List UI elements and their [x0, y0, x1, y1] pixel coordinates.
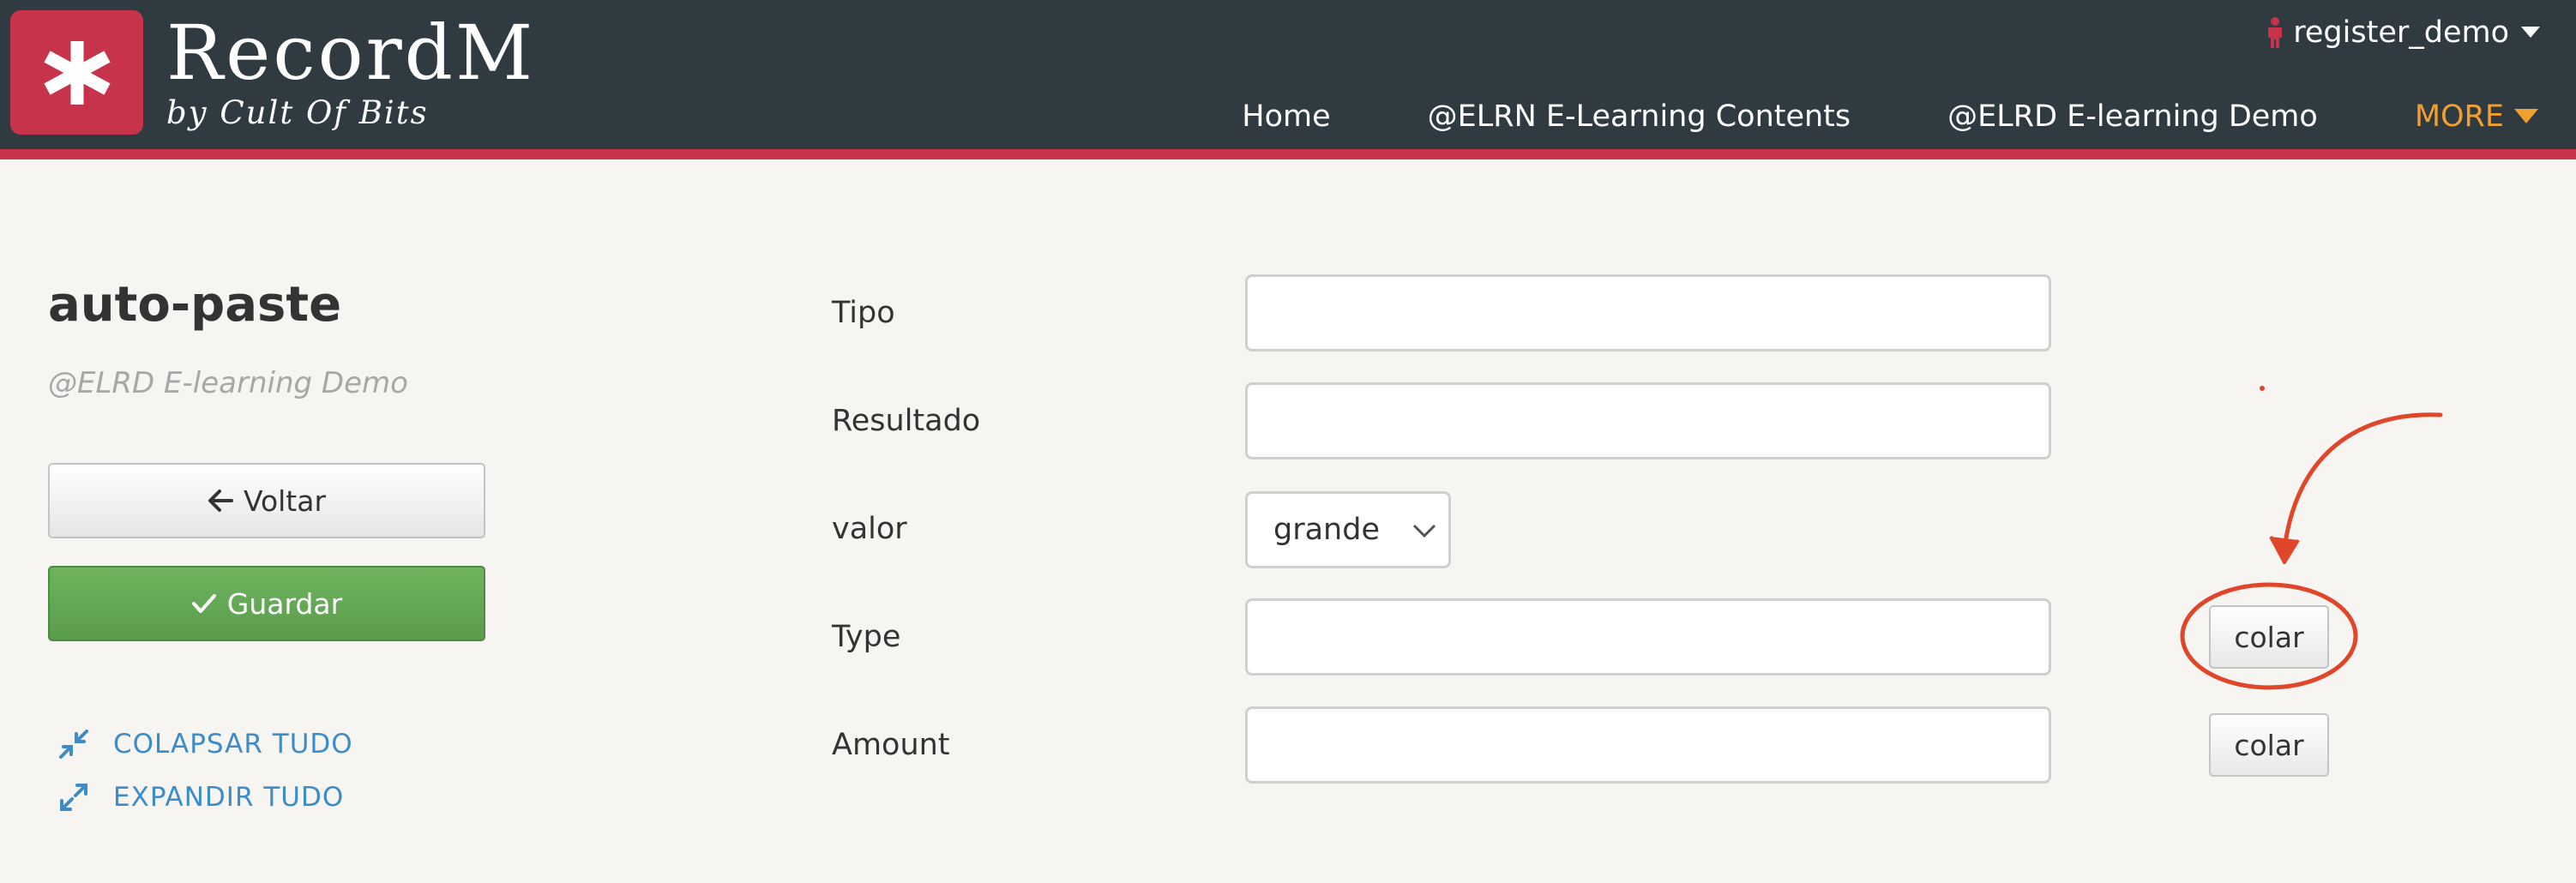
- back-button[interactable]: Voltar: [48, 463, 485, 538]
- save-label: Guardar: [226, 586, 343, 621]
- save-button[interactable]: Guardar: [48, 566, 485, 641]
- field-label-amount: Amount: [832, 728, 950, 762]
- brand-name: RecordM: [166, 9, 536, 97]
- type-input[interactable]: [1245, 598, 2051, 676]
- nav-elrd[interactable]: @ELRD E-learning Demo: [1947, 99, 2318, 134]
- nav-more-label: MORE: [2414, 99, 2504, 134]
- page-subtitle: @ELRD E-learning Demo: [48, 366, 408, 400]
- user-icon: [2268, 17, 2283, 48]
- user-menu[interactable]: register_demo: [2266, 10, 2540, 55]
- back-label: Voltar: [243, 484, 327, 518]
- expand-all-link[interactable]: EXPANDIR TUDO: [58, 782, 344, 813]
- app-header: RecordM by Cult Of Bits register_demo Ho…: [0, 0, 2576, 149]
- field-label-type: Type: [832, 620, 901, 654]
- expand-icon: [60, 784, 87, 811]
- resultado-input[interactable]: [1245, 382, 2051, 460]
- chevron-down-icon: [2521, 27, 2540, 38]
- asterisk-logo-icon: [44, 41, 111, 105]
- main-nav: Home @ELRN E-Learning Contents @ELRD E-l…: [1242, 93, 2576, 141]
- brand-subtitle: by Cult Of Bits: [166, 94, 429, 131]
- paste-type-button[interactable]: colar: [2209, 605, 2329, 669]
- annotation-arrowhead: [2269, 536, 2300, 564]
- chevron-down-icon: [2514, 109, 2538, 123]
- valor-selected: grande: [1273, 513, 1380, 547]
- page-title: auto-paste: [48, 277, 342, 333]
- user-name: register_demo: [2293, 15, 2509, 50]
- nav-home[interactable]: Home: [1242, 99, 1330, 134]
- chevron-down-icon: [1412, 524, 1436, 538]
- valor-select[interactable]: grande: [1245, 491, 1451, 568]
- tipo-input[interactable]: [1245, 274, 2051, 351]
- checkmark-icon: [191, 594, 216, 613]
- annotation-arrow: [2282, 412, 2443, 551]
- annotation-dot: [2260, 386, 2265, 391]
- collapse-icon: [59, 730, 88, 759]
- field-label-tipo: Tipo: [832, 296, 895, 330]
- amount-input[interactable]: [1245, 706, 2051, 784]
- nav-more[interactable]: MORE: [2415, 99, 2538, 134]
- field-label-resultado: Resultado: [832, 404, 981, 438]
- logo[interactable]: [10, 10, 143, 135]
- header-stripe: [0, 149, 2576, 159]
- nav-elrn[interactable]: @ELRN E-Learning Contents: [1428, 99, 1851, 134]
- paste-amount-button[interactable]: colar: [2209, 713, 2329, 777]
- expand-all-label: EXPANDIR TUDO: [113, 782, 345, 813]
- arrow-left-icon: [208, 490, 233, 512]
- collapse-all-link[interactable]: COLAPSAR TUDO: [58, 729, 353, 760]
- collapse-all-label: COLAPSAR TUDO: [113, 729, 353, 760]
- field-label-valor: valor: [832, 512, 907, 546]
